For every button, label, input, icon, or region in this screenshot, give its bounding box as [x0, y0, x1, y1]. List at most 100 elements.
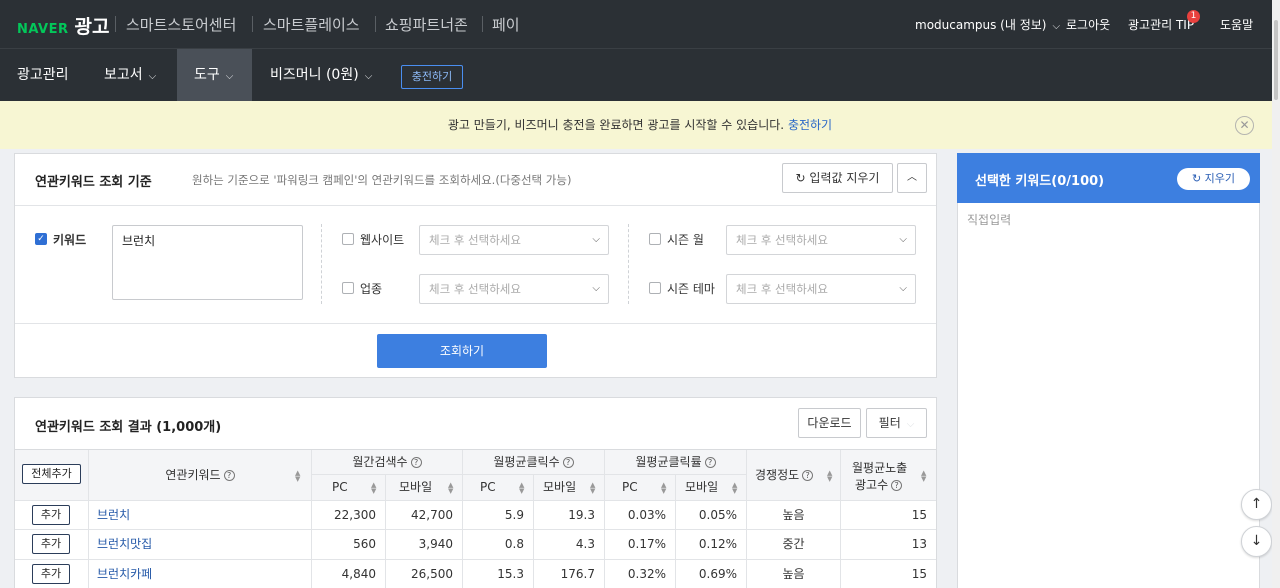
keyword-cell: 브런치카페 — [89, 559, 312, 588]
refresh-icon: ↻ — [1191, 172, 1202, 185]
user-name: moducampus (내 정보) — [915, 18, 1047, 32]
header-ctr-mobile[interactable]: 모바일 ▲ ▼ — [676, 475, 747, 501]
chevron-down-icon: ⌵ — [1052, 21, 1061, 32]
website-label: 웹사이트 — [360, 233, 405, 247]
filter-button[interactable]: 필터 ⌵ — [866, 408, 927, 438]
help-icon[interactable]: ? — [704, 457, 716, 468]
keyword-checkbox[interactable]: ✓ — [35, 233, 47, 245]
divider — [15, 323, 936, 324]
divider — [628, 224, 629, 304]
header-add-all: 전체추가 — [15, 450, 89, 501]
competition-cell: 중간 — [747, 530, 841, 560]
divider — [321, 224, 322, 304]
scroll-down-button[interactable]: ↓ — [1241, 526, 1272, 557]
reset-input-button[interactable]: ↻ 입력값 지우기 — [782, 163, 893, 193]
season-month-checkbox[interactable] — [649, 233, 661, 245]
nav-bizmoney-label: 비즈머니 (0원) — [270, 67, 359, 83]
collapse-button[interactable]: ︿ — [897, 163, 927, 193]
nav-reports[interactable]: 보고서 ⌵ — [104, 49, 156, 101]
industry-checkbox[interactable] — [342, 282, 354, 294]
add-keyword-button[interactable]: 추가 — [32, 505, 70, 525]
help-icon[interactable]: ? — [802, 470, 814, 481]
season-month-label: 시즌 월 — [667, 233, 704, 247]
industry-label: 업종 — [360, 282, 383, 296]
notice-banner: 광고 만들기, 비즈머니 충전을 완료하면 광고를 시작할 수 있습니다. 충전… — [0, 101, 1280, 149]
nav-tools[interactable]: 도구 ⌵ — [177, 49, 252, 101]
naver-ad-logo[interactable]: NAVER 광고 — [17, 12, 109, 39]
header-search-pc-label: PC — [332, 480, 348, 494]
close-icon[interactable]: ✕ — [1235, 116, 1254, 135]
chevron-down-icon: ⌵ — [899, 234, 907, 245]
ad-tip-link[interactable]: 광고관리 TIP — [1128, 16, 1194, 33]
header-competition[interactable]: 경쟁정도? ▲ ▼ — [747, 450, 841, 501]
nav-ad-management[interactable]: 광고관리 — [17, 49, 69, 101]
header-ctr-pc[interactable]: PC ▲ ▼ — [605, 475, 676, 501]
add-keyword-button[interactable]: 추가 — [32, 534, 70, 555]
industry-select[interactable]: 체크 후 선택하세요 ⌵ — [419, 274, 609, 304]
industry-select-value: 체크 후 선택하세요 — [429, 282, 521, 296]
header-search-pc[interactable]: PC ▲ ▼ — [312, 475, 386, 501]
sort-icon: ▲ ▼ — [519, 481, 525, 495]
ad-logo-text: 광고 — [74, 16, 110, 38]
header-clicks-mobile[interactable]: 모바일 ▲ ▼ — [534, 475, 605, 501]
table-row: 추가 브런치 22,300 42,700 5.9 19.3 0.03% 0.05% 높음 15 — [15, 501, 936, 531]
add-all-button[interactable]: 전체추가 — [22, 464, 81, 484]
nav-reports-label: 보고서 — [104, 67, 143, 83]
keyword-textarea[interactable]: 브런치 — [112, 225, 303, 300]
filter-label: 필터 — [878, 416, 901, 430]
header-avg-ads-label-1: 월평균노출 — [852, 461, 908, 475]
chevron-down-icon: ⌵ — [364, 71, 373, 82]
help-icon[interactable]: ? — [562, 457, 574, 468]
help-icon[interactable]: ? — [891, 480, 903, 491]
chevron-down-icon: ⌵ — [592, 234, 600, 245]
nav-bizmoney[interactable]: 비즈머니 (0원) ⌵ — [270, 49, 372, 101]
download-button[interactable]: 다운로드 — [798, 408, 861, 438]
charge-button[interactable]: 충전하기 — [401, 65, 463, 89]
help-link[interactable]: 도움말 — [1220, 16, 1253, 33]
chevron-down-icon: ⌵ — [899, 283, 907, 294]
user-menu[interactable]: moducampus (내 정보) ⌵ — [915, 16, 1060, 33]
search-button[interactable]: 조회하기 — [377, 334, 547, 368]
keyword-link[interactable]: 브런치맛집 — [97, 537, 152, 551]
divider — [15, 205, 936, 206]
website-checkbox[interactable] — [342, 233, 354, 245]
season-theme-select[interactable]: 체크 후 선택하세요 ⌵ — [726, 274, 916, 304]
scroll-up-button[interactable]: ↑ — [1241, 489, 1272, 520]
keyword-link[interactable]: 브런치카페 — [97, 567, 152, 581]
header-search-mobile[interactable]: 모바일 ▲ ▼ — [386, 475, 463, 501]
season-month-select-value: 체크 후 선택하세요 — [736, 233, 828, 247]
keyword-cell: 브런치 — [89, 501, 312, 531]
header-clicks-pc[interactable]: PC ▲ ▼ — [463, 475, 534, 501]
main-nav: 광고관리 보고서 ⌵ 도구 ⌵ 비즈머니 (0원) ⌵ 충전하기 — [0, 48, 1280, 101]
scrollbar-thumb[interactable] — [1274, 20, 1278, 100]
service-link-smartplace[interactable]: 스마트플레이스 — [263, 14, 360, 35]
service-link-shopping-partner[interactable]: 쇼핑파트너존 — [385, 14, 468, 35]
ctr-pc-cell: 0.03% — [605, 501, 676, 531]
criteria-description: 원하는 기준으로 '파워링크 캠페인'의 연관키워드를 조회하세요.(다중선택 … — [192, 173, 572, 187]
keyword-link[interactable]: 브런치 — [97, 508, 130, 522]
header-avg-ads[interactable]: 월평균노출 광고수? ▲ ▼ — [841, 450, 936, 501]
search-pc-cell: 4,840 — [312, 559, 386, 588]
service-link-pay[interactable]: 페이 — [492, 14, 520, 35]
season-month-select[interactable]: 체크 후 선택하세요 ⌵ — [726, 225, 916, 255]
help-icon[interactable]: ? — [223, 470, 235, 481]
ctr-pc-cell: 0.17% — [605, 530, 676, 560]
service-link-smartstore[interactable]: 스마트스토어센터 — [126, 14, 236, 35]
header-avg-ads-label-2: 광고수 — [855, 478, 889, 492]
selected-keywords-body[interactable]: 직접입력 — [957, 203, 1260, 588]
criteria-panel: 연관키워드 조회 기준 원하는 기준으로 '파워링크 캠페인'의 연관키워드를 … — [14, 153, 937, 378]
clear-selected-button[interactable]: ↻ 지우기 — [1177, 168, 1250, 190]
divider — [482, 16, 483, 32]
logout-link[interactable]: 로그아웃 — [1066, 16, 1110, 33]
season-theme-select-value: 체크 후 선택하세요 — [736, 282, 828, 296]
notice-charge-link[interactable]: 충전하기 — [788, 118, 832, 132]
header-search-mobile-label: 모바일 — [399, 480, 433, 494]
ctr-mobile-cell: 0.05% — [676, 501, 747, 531]
help-icon[interactable]: ? — [410, 457, 422, 468]
add-keyword-button[interactable]: 추가 — [32, 563, 70, 584]
header-keyword[interactable]: 연관키워드? ▲ ▼ — [89, 450, 312, 501]
website-select[interactable]: 체크 후 선택하세요 ⌵ — [419, 225, 609, 255]
season-theme-label: 시즌 테마 — [667, 282, 715, 296]
season-theme-checkbox[interactable] — [649, 282, 661, 294]
sort-icon[interactable]: ▲ ▼ — [295, 470, 300, 483]
